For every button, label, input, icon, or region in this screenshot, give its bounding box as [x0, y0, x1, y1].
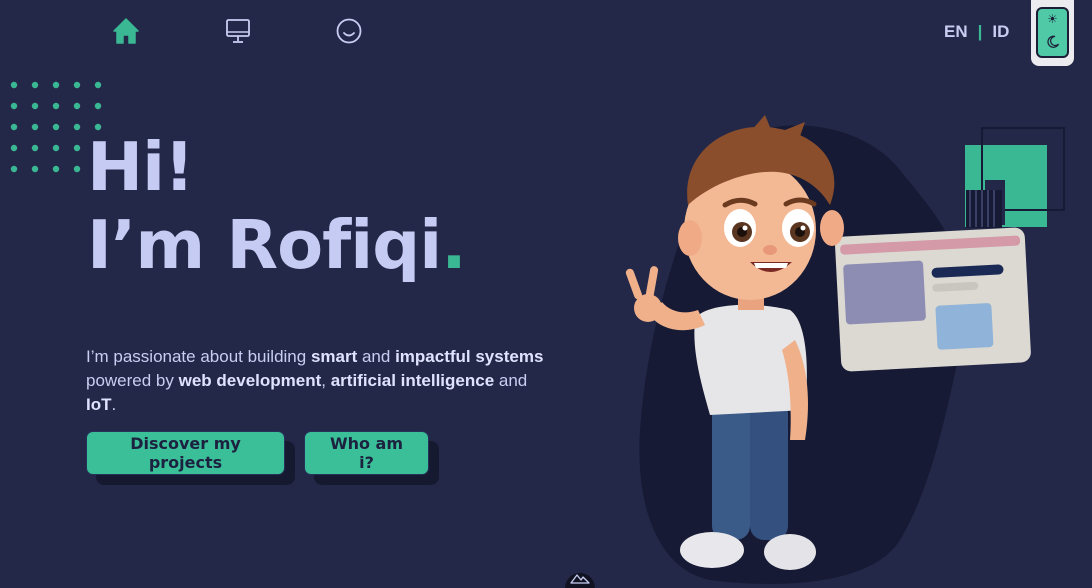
desc-text: and — [357, 347, 396, 366]
theme-toggle-track: ☀ — [1036, 7, 1069, 58]
desc-bold: web development — [178, 371, 322, 390]
nav-projects-monitor-icon[interactable] — [223, 16, 253, 46]
hero-heading: Hi! I’m Rofiqi. — [87, 128, 467, 284]
hero-accent-dot: . — [441, 206, 466, 284]
sun-icon: ☀ — [1047, 12, 1058, 26]
hero-illustration — [625, 115, 1065, 584]
desc-text: , — [321, 371, 331, 390]
desc-text: and — [494, 371, 528, 390]
discover-projects-button-wrap: Discover my projects — [86, 431, 295, 485]
lang-separator: | — [977, 22, 983, 41]
lang-en-link[interactable]: EN — [944, 22, 968, 42]
who-am-i-button[interactable]: Who am i? — [304, 431, 429, 475]
desc-bold: IoT — [86, 395, 112, 414]
desc-bold: artificial intelligence — [330, 371, 495, 390]
nuxt-devtools-badge-icon[interactable] — [565, 563, 595, 588]
hero-description: I’m passionate about building smart and … — [86, 345, 556, 417]
moon-icon — [1047, 35, 1060, 48]
theme-toggle[interactable]: ☀ — [1031, 0, 1074, 66]
nav-home-icon[interactable] — [111, 16, 141, 46]
nav-about-smiley-icon[interactable] — [334, 16, 364, 46]
desc-bold: smart — [310, 347, 358, 366]
desc-text: . — [111, 395, 117, 414]
browser-window-graphic — [835, 227, 1031, 372]
language-switch: EN | ID — [944, 22, 1009, 42]
desc-bold: impactful systems — [395, 347, 544, 366]
squares-decoration — [965, 127, 1065, 228]
lang-id-link[interactable]: ID — [992, 22, 1009, 42]
hero-greeting: Hi! — [87, 128, 195, 206]
desc-text: powered by — [86, 371, 179, 390]
desc-text: I’m passionate about building — [86, 347, 311, 366]
discover-projects-button[interactable]: Discover my projects — [86, 431, 285, 475]
hero-name: I’m Rofiqi — [87, 206, 442, 284]
who-am-i-button-wrap: Who am i? — [304, 431, 439, 485]
